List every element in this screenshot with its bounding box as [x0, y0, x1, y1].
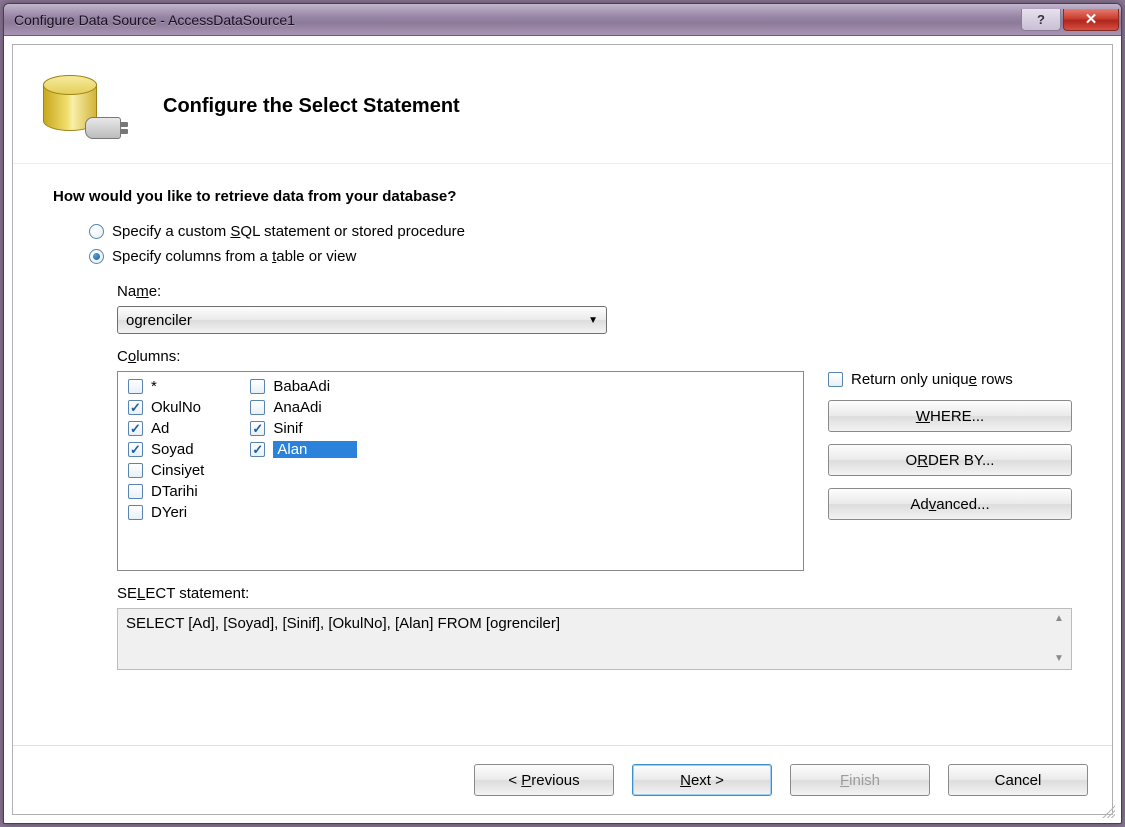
column-label: Sinif [273, 420, 302, 437]
previous-button[interactable]: < Previous [474, 764, 614, 796]
checkbox-icon [128, 421, 143, 436]
database-icon [43, 71, 123, 141]
close-icon: ✕ [1085, 12, 1098, 27]
column-item[interactable]: Sinif [250, 420, 357, 437]
column-item[interactable]: DTarihi [128, 483, 204, 500]
column-item[interactable]: Soyad [128, 441, 204, 458]
columns-label: Columns: [117, 348, 1072, 365]
column-label: Alan [273, 441, 357, 458]
radio-specify-columns[interactable]: Specify columns from a table or view [89, 248, 1072, 265]
column-label: Soyad [151, 441, 194, 458]
checkbox-icon [128, 442, 143, 457]
help-button[interactable]: ? [1021, 9, 1061, 31]
column-label: AnaAdi [273, 399, 321, 416]
select-stmt-label: SELECT statement: [117, 585, 1072, 602]
radio-icon [89, 249, 104, 264]
unique-rows-checkbox[interactable]: Return only unique rows [828, 371, 1072, 388]
column-label: * [151, 378, 157, 395]
checkbox-icon [250, 400, 265, 415]
columns-listbox[interactable]: * OkulNo Ad Soyad Cinsiyet DTarihi DYeri BabaA… [117, 371, 804, 571]
column-item[interactable]: Alan [250, 441, 357, 458]
finish-button: Finish [790, 764, 930, 796]
checkbox-icon [828, 372, 843, 387]
column-item[interactable]: BabaAdi [250, 378, 357, 395]
next-button[interactable]: Next > [632, 764, 772, 796]
column-item[interactable]: * [128, 378, 204, 395]
name-value: ogrenciler [126, 312, 192, 329]
unique-label: Return only unique rows [851, 371, 1013, 388]
column-label: Cinsiyet [151, 462, 204, 479]
orderby-button[interactable]: ORDER BY... [828, 444, 1072, 476]
window-title: Configure Data Source - AccessDataSource… [14, 12, 1021, 28]
column-label: DYeri [151, 504, 187, 521]
name-label: Name: [117, 283, 1072, 300]
column-label: BabaAdi [273, 378, 330, 395]
dialog-window: Configure Data Source - AccessDataSource… [3, 3, 1122, 824]
radio-icon [89, 224, 104, 239]
header: Configure the Select Statement [13, 45, 1112, 164]
content: How would you like to retrieve data from… [13, 164, 1112, 745]
page-title: Configure the Select Statement [163, 95, 460, 118]
where-button[interactable]: WHERE... [828, 400, 1072, 432]
titlebar-buttons: ? ✕ [1021, 9, 1119, 31]
checkbox-icon [128, 505, 143, 520]
scroll-down-icon[interactable]: ▼ [1051, 653, 1067, 665]
column-item[interactable]: OkulNo [128, 399, 204, 416]
checkbox-icon [250, 442, 265, 457]
checkbox-icon [250, 379, 265, 394]
advanced-button[interactable]: Advanced... [828, 488, 1072, 520]
checkbox-icon [250, 421, 265, 436]
select-statement-box: SELECT [Ad], [Soyad], [Sinif], [OkulNo],… [117, 608, 1072, 670]
checkbox-icon [128, 484, 143, 499]
column-label: OkulNo [151, 399, 201, 416]
help-icon: ? [1037, 12, 1045, 27]
chevron-down-icon: ▼ [588, 315, 598, 326]
column-item[interactable]: Ad [128, 420, 204, 437]
column-label: DTarihi [151, 483, 198, 500]
select-statement-text: SELECT [Ad], [Soyad], [Sinif], [OkulNo],… [126, 615, 560, 632]
prompt-text: How would you like to retrieve data from… [53, 188, 1072, 205]
close-button[interactable]: ✕ [1063, 9, 1119, 31]
footer: < Previous Next > Finish Cancel [13, 745, 1112, 814]
column-item[interactable]: DYeri [128, 504, 204, 521]
radio-label: Specify columns from a table or view [112, 248, 356, 265]
column-item[interactable]: AnaAdi [250, 399, 357, 416]
column-label: Ad [151, 420, 169, 437]
checkbox-icon [128, 379, 143, 394]
scroll-up-icon[interactable]: ▲ [1051, 613, 1067, 625]
cancel-button[interactable]: Cancel [948, 764, 1088, 796]
radio-label: Specify a custom SQL statement or stored… [112, 223, 465, 240]
name-dropdown[interactable]: ogrenciler ▼ [117, 306, 607, 334]
column-item[interactable]: Cinsiyet [128, 462, 204, 479]
checkbox-icon [128, 463, 143, 478]
resize-grip-icon[interactable] [1101, 804, 1115, 818]
titlebar: Configure Data Source - AccessDataSource… [4, 4, 1121, 36]
checkbox-icon [128, 400, 143, 415]
radio-custom-sql[interactable]: Specify a custom SQL statement or stored… [89, 223, 1072, 240]
dialog-body: Configure the Select Statement How would… [12, 44, 1113, 815]
